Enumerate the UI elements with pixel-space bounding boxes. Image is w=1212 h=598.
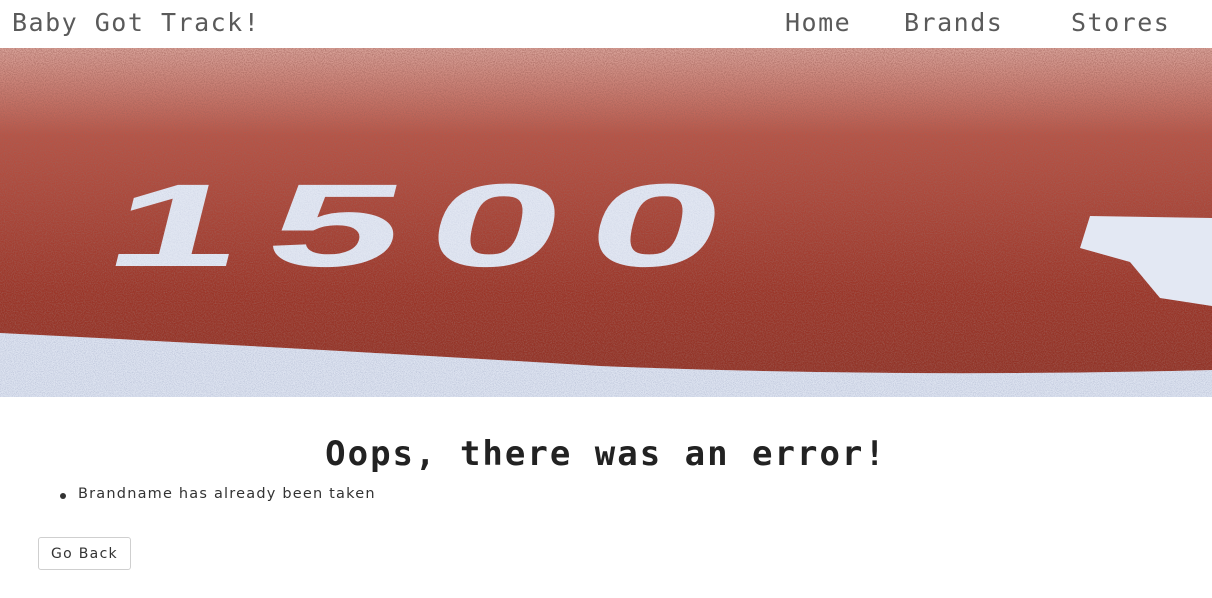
error-list: Brandname has already been taken	[60, 486, 376, 502]
error-message: Brandname has already been taken	[60, 486, 376, 502]
track-photo: 1500 1500	[0, 48, 1212, 397]
hero-image-track: 1500 1500	[0, 48, 1212, 397]
nav-link-brands[interactable]: Brands	[904, 8, 1003, 37]
nav-link-stores[interactable]: Stores	[1071, 8, 1170, 37]
error-title: Oops, there was an error!	[325, 434, 887, 474]
go-back-button[interactable]: Go Back	[38, 537, 131, 570]
nav-links: Home Brands Stores	[0, 8, 1212, 40]
error-message-text: Brandname has already been taken	[78, 486, 376, 502]
navbar: Baby Got Track! Home Brands Stores	[0, 0, 1212, 48]
bullet-icon	[60, 493, 66, 499]
painted-number-texture: 1500	[94, 161, 767, 292]
nav-link-home[interactable]: Home	[785, 8, 851, 37]
